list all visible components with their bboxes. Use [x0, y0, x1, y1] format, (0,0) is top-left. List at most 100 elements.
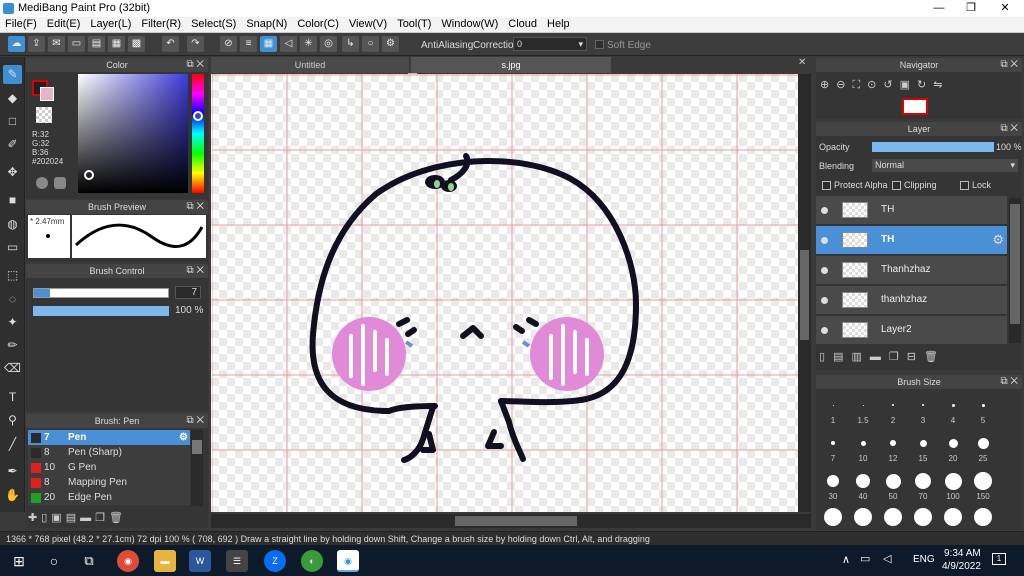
layer-row[interactable]: thanhzhaz [816, 286, 1007, 315]
add-brush-icon[interactable]: ✚ [28, 512, 41, 524]
bucket-tool-icon[interactable]: ◍ [3, 215, 22, 234]
panel-close-icon[interactable]: ⧉ ✕ [186, 414, 204, 428]
brush-size-option[interactable]: 30 [819, 470, 847, 501]
delete-brush-icon[interactable]: 🗑 [109, 512, 127, 524]
visibility-icon[interactable] [821, 237, 828, 244]
brush-opacity-slider[interactable] [33, 306, 169, 316]
menu-file[interactable]: File(F) [0, 17, 42, 32]
brush-size-option[interactable] [849, 508, 877, 526]
divide-tool-icon[interactable]: ╱ [3, 435, 22, 454]
close-tab-icon[interactable]: ✕ [798, 57, 806, 68]
brush-size-option[interactable] [819, 508, 847, 526]
delete-layer-icon[interactable]: 🗑 [924, 351, 946, 363]
duplicate-layer-icon[interactable]: ❐ [889, 351, 907, 363]
fill-rect-icon[interactable]: ■ [3, 191, 22, 210]
brush-size-option[interactable] [939, 508, 967, 526]
brush-menu-icon[interactable]: ▣ [51, 512, 65, 524]
new-layer-icon[interactable]: ▯ [819, 351, 833, 363]
gradient-tool-icon[interactable]: ▭ [3, 238, 22, 257]
volume-icon[interactable]: ◁ [883, 552, 891, 565]
brush-size-option[interactable]: 1 [819, 394, 847, 425]
brush-size-option[interactable]: 40 [849, 470, 877, 501]
brush-size-option[interactable] [909, 508, 937, 526]
cloud-icon[interactable]: ☁ [8, 36, 25, 52]
merge-layer-icon[interactable]: ⊟ [907, 351, 924, 363]
network-icon[interactable]: ▭ [860, 552, 870, 565]
curve-snap-icon[interactable]: ↳ [342, 36, 359, 52]
palette-icon[interactable] [54, 177, 66, 189]
zalo-icon[interactable]: Z [264, 550, 286, 572]
redo-icon[interactable]: ↷ [187, 36, 204, 52]
panel-close-icon[interactable]: ⧉ ✕ [1000, 375, 1018, 389]
menu-select[interactable]: Select(S) [186, 17, 241, 32]
new-brush-icon[interactable]: ▯ [41, 512, 51, 524]
duplicate-icon[interactable]: ❐ [95, 512, 109, 524]
ellipse-snap-icon[interactable]: ○ [362, 36, 379, 52]
brush-item[interactable]: 8 Pen (Sharp) [28, 445, 190, 460]
select-rect-icon[interactable]: ⬚ [3, 266, 22, 285]
folder-icon[interactable]: ▬ [870, 351, 889, 363]
brush-size-option[interactable]: 12 [879, 432, 907, 463]
secondary-color-swatch[interactable] [40, 87, 54, 101]
visibility-icon[interactable] [821, 297, 828, 304]
brush-size-option[interactable]: 7 [819, 432, 847, 463]
gear-icon[interactable]: ⚙ [992, 232, 1004, 248]
tab-s-jpg[interactable]: s.jpg [411, 57, 611, 73]
blending-dropdown[interactable]: Normal ▾ [872, 159, 1018, 172]
move-tool-icon[interactable]: ✥ [3, 163, 22, 182]
grid-snap-icon[interactable]: ▦ [260, 36, 277, 52]
brush-size-option[interactable]: 3 [909, 394, 937, 425]
brush-size-option[interactable]: 5 [969, 394, 997, 425]
flip-icon[interactable]: ⇋ [933, 79, 949, 91]
folder-icon[interactable]: ▬ [80, 512, 95, 524]
word-icon[interactable]: W [189, 550, 211, 572]
brush-item[interactable]: 10 G Pen [28, 460, 190, 475]
pen-tool-icon[interactable]: ✐ [3, 135, 22, 154]
text-tool-icon[interactable]: T [3, 388, 22, 407]
new-8bit-layer-icon[interactable]: ▥ [851, 351, 869, 363]
layer-row[interactable]: Thanhzhaz [816, 256, 1007, 285]
upload-icon[interactable]: ⇪ [28, 36, 45, 52]
tray-up-icon[interactable]: ∧ [842, 553, 850, 566]
drawing-canvas[interactable] [211, 74, 798, 512]
visibility-icon[interactable] [821, 327, 828, 334]
grid-settings-icon[interactable]: ▦ [108, 36, 125, 52]
menu-view[interactable]: View(V) [344, 17, 392, 32]
comment-icon[interactable]: ✉ [48, 36, 65, 52]
fullscreen-icon[interactable]: ▣ [900, 79, 917, 91]
dictionary-icon[interactable]: ☰ [226, 550, 248, 572]
brush-size-option[interactable]: 20 [939, 432, 967, 463]
gear-icon[interactable]: ⚙ [179, 430, 188, 445]
soft-edge-checkbox[interactable] [595, 40, 604, 49]
menu-edit[interactable]: Edit(E) [42, 17, 86, 32]
dot-tool-icon[interactable]: □ [3, 112, 22, 131]
brush-item[interactable]: 7 Pen ⚙ [28, 430, 190, 445]
navigator-thumbnail[interactable] [902, 98, 928, 115]
brush-size-slider[interactable] [33, 288, 169, 298]
menu-layer[interactable]: Layer(L) [85, 17, 136, 32]
copy-brush-icon[interactable]: ▤ [66, 512, 80, 524]
brush-size-option[interactable] [879, 508, 907, 526]
new-halftone-layer-icon[interactable]: ▤ [833, 351, 851, 363]
close-button[interactable]: ✕ [988, 0, 1022, 17]
layer-row[interactable]: TH [816, 196, 1007, 225]
parallel-snap-icon[interactable]: ≡ [240, 36, 257, 52]
scrollbar-thumb[interactable] [800, 250, 809, 340]
brush-size-option[interactable]: 15 [909, 432, 937, 463]
circle-snap-icon[interactable]: ◎ [320, 36, 337, 52]
horizontal-scrollbar[interactable] [211, 514, 811, 528]
rotate-left-icon[interactable]: ↺ [883, 79, 899, 91]
magic-wand-icon[interactable]: ✦ [3, 313, 22, 332]
select-eraser-icon[interactable]: ⌫ [3, 359, 22, 378]
brush-item[interactable]: 8 Mapping Pen [28, 475, 190, 490]
menu-cloud[interactable]: Cloud [503, 17, 542, 32]
snap-off-icon[interactable]: ⊘ [220, 36, 237, 52]
page-icon[interactable]: ▭ [68, 36, 85, 52]
visibility-icon[interactable] [821, 267, 828, 274]
task-view-icon[interactable]: ⧉ [78, 550, 100, 572]
zoom-out-icon[interactable]: ⊖ [836, 79, 852, 91]
hue-handle[interactable] [193, 111, 203, 121]
brush-size-option[interactable]: 50 [879, 470, 907, 501]
panel-icon[interactable]: ▩ [128, 36, 145, 52]
panel-close-icon[interactable]: ⧉ ✕ [1000, 122, 1018, 136]
